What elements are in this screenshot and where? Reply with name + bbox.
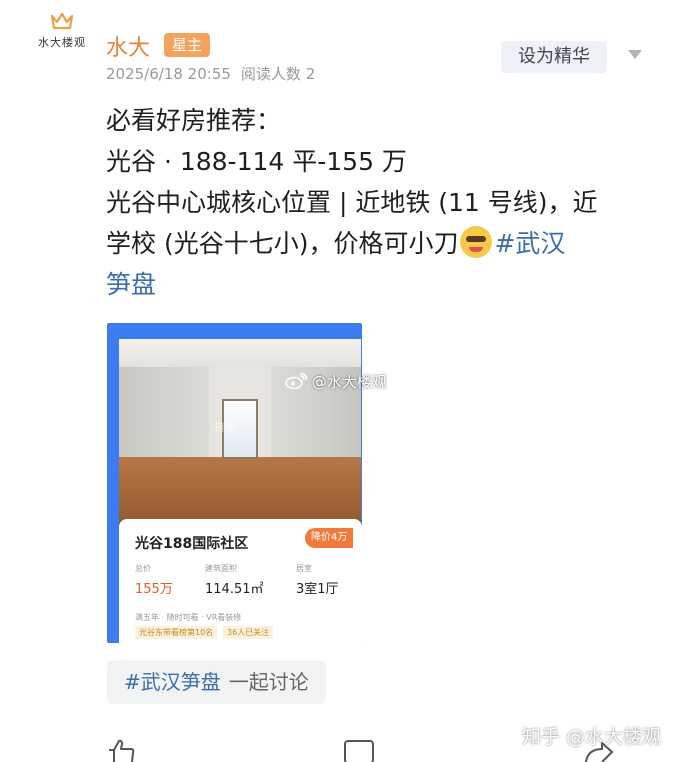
crown-icon <box>50 12 74 30</box>
area-value: 114.51㎡ <box>205 582 264 597</box>
topic-chip-tag: #武汉笋盘 <box>124 670 221 694</box>
inline-topic-link[interactable]: #武汉 <box>494 229 565 258</box>
content-line-with-topic: 学校 (光谷十七小)，价格可小刀 #武汉 <box>106 223 656 264</box>
layout-label: 居室 <box>296 564 312 573</box>
topic-chip-suffix: 一起讨论 <box>228 670 309 694</box>
post-meta: 2025/6/18 20:55 阅读人数 2 <box>106 63 315 84</box>
content-line: 光谷 · 188-114 平-155 万 <box>106 147 407 176</box>
content-line: 必看好房推荐： <box>106 106 282 135</box>
chevron-down-icon[interactable] <box>628 50 642 59</box>
listing-tags: 满五年 · 随时可看 · VR看装修 <box>135 613 242 622</box>
layout-value: 3室1厅 <box>296 582 339 597</box>
area-label: 建筑面积 <box>205 564 237 573</box>
post-content: 必看好房推荐： 光谷 · 188-114 平-155 万 光谷中心城核心位置 |… <box>106 100 656 305</box>
photo-watermark: 链家 <box>215 423 235 434</box>
author-badge: 星主 <box>164 33 211 57</box>
price-drop-badge: 降价4万 <box>305 528 354 548</box>
layout-block: 居室 3室1厅 <box>296 563 339 597</box>
followers-tag: 36人已关注 <box>223 626 274 639</box>
author-name[interactable]: 水大 <box>106 30 150 62</box>
listing-info-panel: 光谷188国际社区 降价4万 总价 155万 建筑面积 114.51㎡ 居室 3… <box>119 519 362 643</box>
area-block: 建筑面积 114.51㎡ <box>205 563 264 597</box>
circle-logo[interactable]: 水大楼观 <box>30 12 94 72</box>
content-line: 学校 (光谷十七小)，价格可小刀 <box>106 229 459 258</box>
content-line: 光谷中心城核心位置 | 近地铁 (11 号线)，近 <box>106 188 598 217</box>
smirk-emoji-icon <box>460 226 493 258</box>
room-photo: 链家 <box>119 339 361 539</box>
weibo-icon <box>285 372 308 390</box>
listing-name: 光谷188国际社区 <box>135 536 249 552</box>
comment-icon[interactable] <box>343 739 375 762</box>
total-price-block: 总价 155万 <box>135 563 173 597</box>
inline-topic-link-continued[interactable]: 笋盘 <box>106 264 656 305</box>
read-count: 阅读人数 2 <box>240 65 316 83</box>
rank-tag: 光谷东带看榜第10名 <box>135 626 218 639</box>
set-essence-button[interactable]: 设为精华 <box>501 41 607 73</box>
total-price-value: 155万 <box>135 582 173 597</box>
post-timestamp: 2025/6/18 20:55 <box>106 65 231 83</box>
image-watermark-text: @水大楼观 <box>311 373 387 391</box>
total-price-label: 总价 <box>135 564 151 573</box>
like-icon[interactable] <box>106 739 136 762</box>
share-icon[interactable] <box>582 739 614 762</box>
logo-text: 水大楼观 <box>38 36 86 49</box>
topic-chip[interactable]: #武汉笋盘 一起讨论 <box>107 660 326 704</box>
image-watermark: @水大楼观 <box>285 371 387 392</box>
